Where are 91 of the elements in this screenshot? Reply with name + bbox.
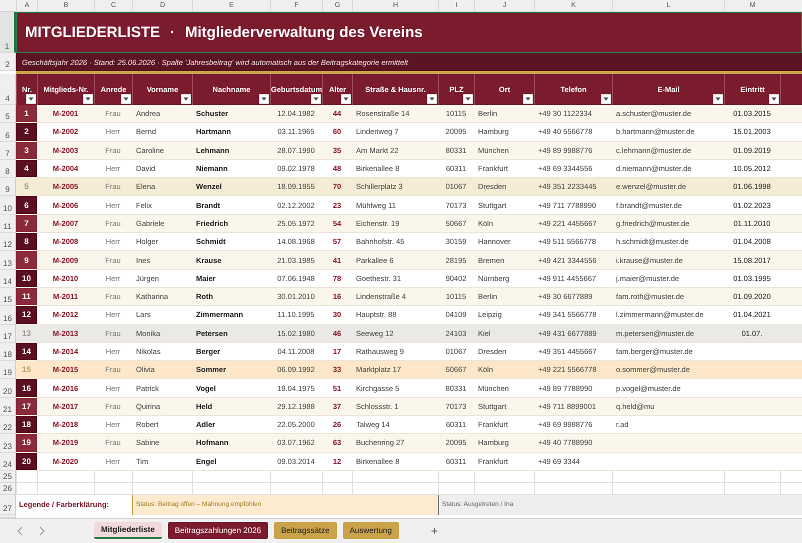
row-header[interactable]: 5 <box>0 105 16 124</box>
row-header[interactable]: 13 <box>0 251 16 270</box>
row-number-badge: 8 <box>16 233 37 252</box>
table-cell <box>780 142 802 160</box>
row-header[interactable]: 4 <box>0 74 16 105</box>
row-number-badge: 7 <box>16 214 37 234</box>
filter-dropdown-icon[interactable] <box>121 94 131 104</box>
row-header[interactable]: 2 <box>0 53 16 71</box>
sheet-tab[interactable]: Beitragszahlungen 2026 <box>168 522 268 540</box>
row-number-badge: 4 <box>16 160 37 178</box>
row-number-badge: 15 <box>16 361 37 380</box>
row-header[interactable]: 22 <box>0 416 16 434</box>
filter-dropdown-icon[interactable] <box>259 94 269 104</box>
row-header[interactable]: 7 <box>0 142 16 160</box>
row-number-badge: 5 <box>16 178 37 196</box>
filter-dropdown-icon[interactable] <box>601 94 611 104</box>
row-header[interactable]: 10 <box>0 196 16 215</box>
sheet-subtitle: Mitgliederverwaltung des Vereins <box>185 24 423 41</box>
filter-dropdown-icon[interactable] <box>463 94 473 104</box>
row-header[interactable]: 18 <box>0 342 16 362</box>
sheet-title: MITGLIEDERLISTE <box>25 24 160 41</box>
title-separator: · <box>170 24 175 41</box>
table-cell <box>780 324 802 343</box>
table-cell <box>474 470 534 483</box>
row-header[interactable]: 14 <box>0 270 16 288</box>
row-header[interactable]: 9 <box>0 178 16 196</box>
filter-dropdown-icon[interactable] <box>181 94 191 104</box>
table-cell <box>724 470 780 483</box>
row-number-badge: 9 <box>16 251 37 270</box>
filter-dropdown-icon[interactable] <box>311 94 321 104</box>
table-cell <box>37 482 94 495</box>
row-header[interactable]: 23 <box>0 434 16 453</box>
filter-dropdown-icon[interactable] <box>83 94 93 104</box>
row-header[interactable]: 27 <box>0 494 16 515</box>
table-cell <box>780 288 802 306</box>
table-cell <box>94 470 132 483</box>
row-number-badge: 17 <box>16 398 37 416</box>
table-cell <box>780 214 802 234</box>
table-cell <box>438 470 474 483</box>
filter-dropdown-icon[interactable] <box>26 94 36 104</box>
filter-dropdown-icon[interactable] <box>713 94 723 104</box>
row-number-badge: 20 <box>16 452 37 471</box>
table-cell <box>780 434 802 453</box>
sheet-tab[interactable]: Beitragssätze <box>274 522 337 540</box>
filter-dropdown-icon[interactable] <box>769 94 779 104</box>
table-cell <box>322 470 352 483</box>
table-cell <box>780 398 802 416</box>
table-cell <box>780 361 802 380</box>
table-cell <box>37 470 94 483</box>
row-header[interactable]: 6 <box>0 123 16 142</box>
row-number-badge: 16 <box>16 379 37 398</box>
table-cell <box>16 470 37 483</box>
row-number-badge: 6 <box>16 196 37 215</box>
table-cell <box>780 251 802 270</box>
table-cell <box>780 178 802 196</box>
row-number-badge: 12 <box>16 306 37 325</box>
row-header[interactable]: 17 <box>0 324 16 343</box>
row-number-badge: 13 <box>16 324 37 343</box>
row-header[interactable]: 25 <box>0 470 16 483</box>
row-header[interactable]: 12 <box>0 233 16 252</box>
row-header[interactable]: 15 <box>0 288 16 306</box>
row-header[interactable]: 20 <box>0 379 16 398</box>
row-number-badge: 18 <box>16 416 37 434</box>
row-number-badge: 1 <box>16 105 37 124</box>
row-header[interactable]: 24 <box>0 452 16 471</box>
row-header[interactable]: 1 <box>0 12 16 53</box>
row-header[interactable]: 26 <box>0 482 16 495</box>
table-cell <box>132 470 192 483</box>
filter-dropdown-icon[interactable] <box>523 94 533 104</box>
table-cell <box>270 470 322 483</box>
sheet-tab[interactable]: Mitgliederliste <box>94 522 162 540</box>
table-cell <box>780 270 802 288</box>
row-header[interactable]: 11 <box>0 214 16 234</box>
table-cell <box>780 105 802 124</box>
add-sheet-button[interactable]: + <box>424 522 444 539</box>
sheet-tab[interactable]: Auswertung <box>342 522 399 540</box>
row-header[interactable]: 8 <box>0 160 16 178</box>
row-number-badge: 3 <box>16 142 37 160</box>
table-cell <box>94 482 132 495</box>
row-number-badge: 2 <box>16 123 37 142</box>
row-header[interactable]: 19 <box>0 361 16 380</box>
row-header[interactable]: 16 <box>0 306 16 325</box>
filter-dropdown-icon[interactable] <box>427 94 437 104</box>
table-cell <box>16 482 37 495</box>
row-number-badge: 19 <box>16 434 37 453</box>
filter-dropdown-icon[interactable] <box>341 94 351 104</box>
table-cell <box>780 470 802 483</box>
row-number-badge: 14 <box>16 342 37 362</box>
row-number-badge: 10 <box>16 270 37 288</box>
row-header[interactable]: 21 <box>0 398 16 416</box>
row-number-badge: 11 <box>16 288 37 306</box>
